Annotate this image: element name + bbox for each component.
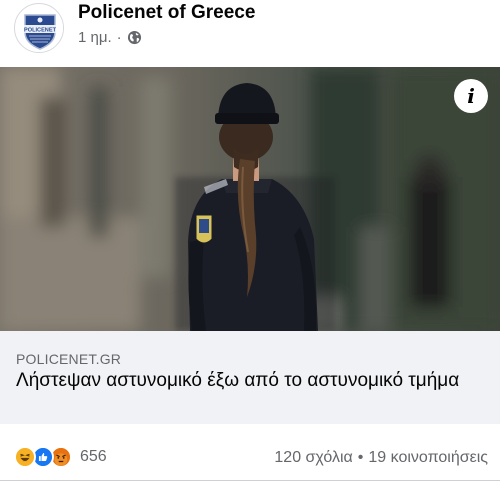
reaction-count: 656 — [80, 448, 107, 465]
comments-count-link[interactable]: 120 σχόλια — [274, 449, 352, 467]
haha-icon — [14, 446, 36, 468]
page-avatar[interactable]: POLICENET — [14, 3, 64, 53]
stats-separator: • — [357, 449, 364, 466]
info-button[interactable]: i — [454, 79, 488, 113]
link-preview-caption[interactable]: POLICENET.GR Λήστεψαν αστυνομικό έξω από… — [0, 331, 500, 424]
engagement-bar: 656 120 σχόλια • 19 κοινοποιήσεις — [0, 424, 500, 481]
post-header: POLICENET Policenet of Greece 1 ημ. · — [0, 0, 500, 66]
reactions-summary[interactable]: 656 — [14, 446, 107, 468]
police-officer-photo — [0, 67, 500, 331]
svg-text:POLICENET: POLICENET — [24, 28, 57, 34]
link-domain: POLICENET.GR — [16, 351, 122, 367]
link-headline: Λήστεψαν αστυνομικό έξω από το αστυνομικ… — [16, 370, 460, 391]
meta-separator: · — [116, 29, 122, 46]
post-timestamp[interactable]: 1 ημ. — [78, 29, 112, 46]
shares-count-link[interactable]: 19 κοινοποιήσεις — [368, 449, 488, 467]
post-meta: 1 ημ. · — [78, 29, 142, 46]
page-name-link[interactable]: Policenet of Greece — [78, 2, 255, 24]
engagement-stats: 120 σχόλια • 19 κοινοποιήσεις — [274, 449, 488, 467]
policenet-logo-icon: POLICENET — [16, 5, 63, 52]
globe-icon[interactable] — [127, 30, 142, 45]
info-icon: i — [467, 84, 475, 108]
link-preview-image[interactable]: i — [0, 67, 500, 331]
